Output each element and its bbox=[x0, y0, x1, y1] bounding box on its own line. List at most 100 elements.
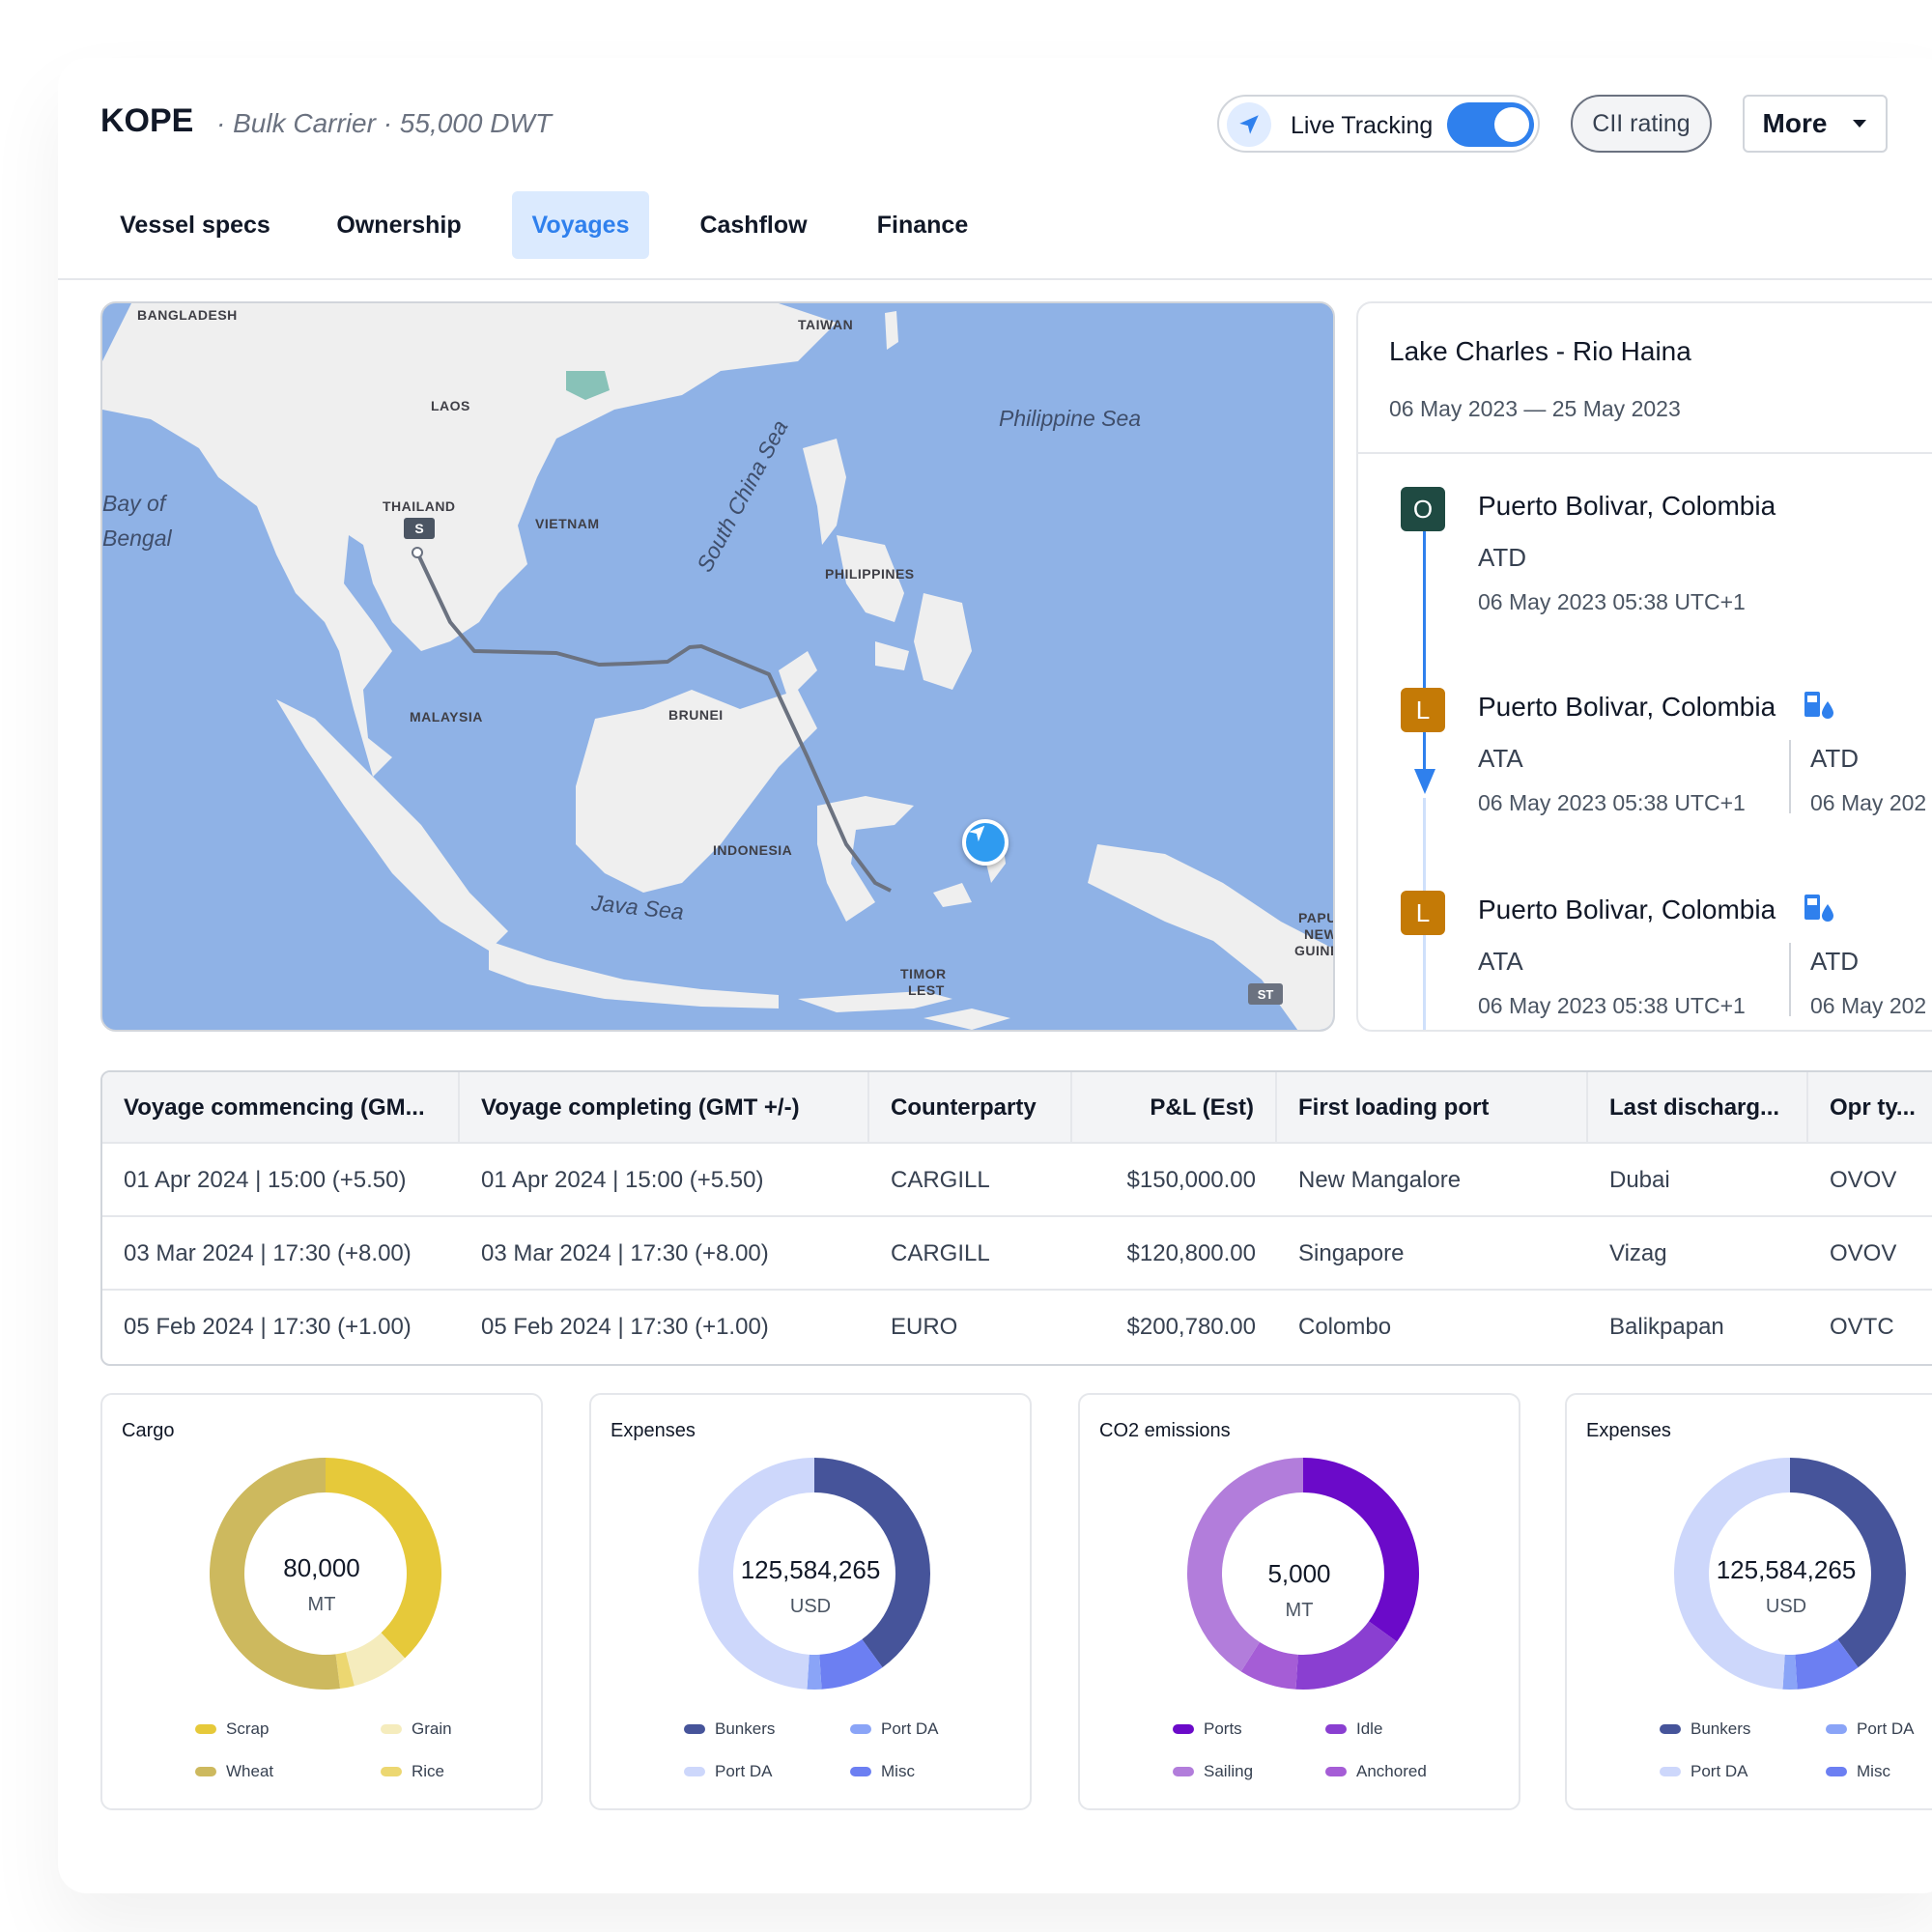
cell-last-discharge: Balikpapan bbox=[1609, 1314, 1724, 1340]
bunker-fuel-icon bbox=[1804, 895, 1833, 922]
legend-swatch bbox=[1660, 1724, 1681, 1734]
legend-label: Bunkers bbox=[715, 1719, 776, 1738]
donut-segment-port-da[interactable] bbox=[807, 1654, 822, 1690]
donut-segment-port-da[interactable] bbox=[1782, 1654, 1798, 1690]
table-row[interactable]: 01 Apr 2024 | 15:00 (+5.50) 01 Apr 2024 … bbox=[102, 1144, 1932, 1217]
cell-opr-type: OVOV bbox=[1830, 1167, 1897, 1193]
card-total-value: 80,000 bbox=[283, 1553, 360, 1582]
cell-completing: 05 Feb 2024 | 17:30 (+1.00) bbox=[481, 1314, 769, 1340]
legend-swatch bbox=[684, 1767, 705, 1776]
tab-cashflow[interactable]: Cashflow bbox=[682, 191, 825, 259]
vessel-position-marker[interactable] bbox=[962, 819, 1009, 866]
event-atd-label: ATD bbox=[1810, 947, 1860, 976]
vessel-subtitle: · Bulk Carrier · 55,000 DWT bbox=[216, 108, 552, 138]
loading-badge: L bbox=[1401, 688, 1445, 732]
cell-last-discharge: Vizag bbox=[1609, 1240, 1667, 1266]
tab-voyages[interactable]: Voyages bbox=[512, 191, 649, 259]
card-title: Expenses bbox=[1586, 1420, 1671, 1441]
legend-label: Misc bbox=[1857, 1762, 1890, 1780]
event-atd-time: 06 May 202 bbox=[1810, 993, 1927, 1018]
sea-label-philippine-sea: Philippine Sea bbox=[999, 406, 1142, 431]
legend-label: Wheat bbox=[226, 1762, 274, 1780]
voyage-map[interactable]: BANGLADESH TAIWAN LAOS THAILAND VIETNAM … bbox=[100, 301, 1335, 1032]
cell-counterparty: EURO bbox=[891, 1314, 958, 1340]
map-label-indonesia: INDONESIA bbox=[713, 842, 793, 858]
legend-item: Bunkers bbox=[684, 1719, 775, 1739]
cell-first-loading-port: Singapore bbox=[1298, 1240, 1405, 1266]
legend-swatch bbox=[195, 1724, 216, 1734]
legend-label: Rice bbox=[412, 1762, 445, 1780]
cell-completing: 01 Apr 2024 | 15:00 (+5.50) bbox=[481, 1167, 764, 1193]
cell-pnl: $150,000.00 bbox=[1126, 1167, 1256, 1193]
card-unit: USD bbox=[1765, 1596, 1807, 1617]
more-dropdown-button[interactable]: More bbox=[1743, 95, 1888, 153]
voyages-table: Voyage commencing (GM... Voyage completi… bbox=[100, 1070, 1932, 1366]
map-label-new: NEW bbox=[1304, 926, 1335, 942]
cii-rating-button[interactable]: CII rating bbox=[1571, 95, 1712, 153]
card-unit: USD bbox=[789, 1596, 832, 1617]
legend-swatch bbox=[1173, 1724, 1194, 1734]
card-title: CO2 emissions bbox=[1099, 1420, 1231, 1441]
column-header-counterparty[interactable]: Counterparty bbox=[869, 1072, 1072, 1144]
table-row[interactable]: 05 Feb 2024 | 17:30 (+1.00) 05 Feb 2024 … bbox=[102, 1291, 1932, 1364]
panel-divider bbox=[1358, 452, 1932, 454]
legend-label: Port DA bbox=[1857, 1719, 1915, 1738]
legend-item: Misc bbox=[850, 1762, 915, 1781]
legend-label: Anchored bbox=[1356, 1762, 1427, 1780]
map-label-vietnam: VIETNAM bbox=[535, 516, 600, 531]
legend-label: Port DA bbox=[715, 1762, 773, 1780]
tab-ownership[interactable]: Ownership bbox=[319, 191, 479, 259]
voyage-detail-panel: Lake Charles - Rio Haina 06 May 2023 — 2… bbox=[1356, 301, 1932, 1032]
column-header-opr-type[interactable]: Opr ty... bbox=[1808, 1072, 1932, 1144]
legend-label: Port DA bbox=[1690, 1762, 1748, 1780]
legend-swatch bbox=[1325, 1724, 1347, 1734]
voyage-route-title: Lake Charles - Rio Haina bbox=[1389, 336, 1691, 366]
event-port: Puerto Bolivar, Colombia bbox=[1478, 491, 1776, 521]
cell-first-loading-port: New Mangalore bbox=[1298, 1167, 1462, 1193]
cell-completing: 03 Mar 2024 | 17:30 (+8.00) bbox=[481, 1240, 769, 1266]
tab-divider bbox=[58, 278, 1932, 280]
live-tracking-toggle[interactable] bbox=[1447, 102, 1534, 147]
voyage-date-range: 06 May 2023 — 25 May 2023 bbox=[1389, 396, 1681, 421]
legend-label: Grain bbox=[412, 1719, 452, 1738]
end-port-marker[interactable]: ST bbox=[1248, 983, 1283, 1005]
map-label-bangladesh: BANGLADESH bbox=[137, 307, 238, 323]
bunker-fuel-icon bbox=[1804, 692, 1833, 719]
map-label-philippines: PHILIPPINES bbox=[825, 566, 915, 582]
cell-opr-type: OVOV bbox=[1830, 1240, 1897, 1266]
card-unit: MT bbox=[1285, 1600, 1314, 1621]
column-header-first-loading-port[interactable]: First loading port bbox=[1277, 1072, 1588, 1144]
legend-item: Scrap bbox=[195, 1719, 269, 1739]
legend-item: Port DA bbox=[1660, 1762, 1748, 1781]
tab-vessel-specs[interactable]: Vessel specs bbox=[100, 191, 290, 259]
expenses-card-2: Expenses 125,584,265 USD Bunkers Port DA… bbox=[1565, 1393, 1932, 1810]
live-tracking-control[interactable]: Live Tracking bbox=[1217, 95, 1540, 153]
cell-counterparty: CARGILL bbox=[891, 1240, 990, 1266]
legend-swatch bbox=[684, 1724, 705, 1734]
legend-swatch bbox=[1173, 1767, 1194, 1776]
legend-item: Port DA bbox=[684, 1762, 773, 1781]
origin-badge: O bbox=[1401, 487, 1445, 531]
cell-first-loading-port: Colombo bbox=[1298, 1314, 1392, 1340]
legend-label: Port DA bbox=[881, 1719, 939, 1738]
legend-item: Sailing bbox=[1173, 1762, 1253, 1781]
cell-commencing: 01 Apr 2024 | 15:00 (+5.50) bbox=[124, 1167, 407, 1193]
map-label-guinea: GUINE bbox=[1294, 943, 1333, 958]
donut-segment-idle[interactable] bbox=[1295, 1621, 1398, 1690]
toggle-knob bbox=[1494, 107, 1529, 142]
legend-label: Bunkers bbox=[1690, 1719, 1751, 1738]
table-row[interactable]: 03 Mar 2024 | 17:30 (+8.00) 03 Mar 2024 … bbox=[102, 1217, 1932, 1291]
legend-item: Ports bbox=[1173, 1719, 1242, 1739]
column-header-pnl[interactable]: P&L (Est) bbox=[1072, 1072, 1277, 1144]
loading-badge: L bbox=[1401, 891, 1445, 935]
card-title: Expenses bbox=[611, 1420, 696, 1441]
cell-commencing: 03 Mar 2024 | 17:30 (+8.00) bbox=[124, 1240, 412, 1266]
map-label-malaysia: MALAYSIA bbox=[410, 709, 483, 724]
tab-finance[interactable]: Finance bbox=[854, 191, 991, 259]
column-header-last-discharge[interactable]: Last discharg... bbox=[1588, 1072, 1808, 1144]
column-header-voyage-completing[interactable]: Voyage completing (GMT +/-) bbox=[460, 1072, 869, 1144]
start-port-marker[interactable]: S bbox=[404, 518, 435, 539]
column-header-voyage-commencing[interactable]: Voyage commencing (GM... bbox=[102, 1072, 460, 1144]
event-time: 06 May 2023 05:38 UTC+1 bbox=[1478, 589, 1746, 614]
legend-item: Rice bbox=[381, 1762, 444, 1781]
